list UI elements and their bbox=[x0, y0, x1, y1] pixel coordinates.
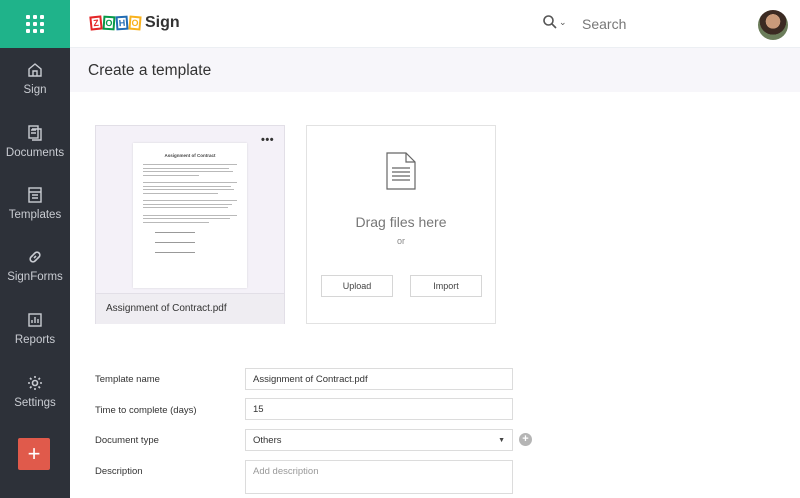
documents-icon bbox=[28, 124, 42, 141]
description-label: Description bbox=[95, 466, 143, 477]
search-icon bbox=[543, 15, 557, 29]
sidebar-item-sign[interactable]: Sign bbox=[0, 48, 70, 108]
sidebar-item-label: Reports bbox=[14, 333, 56, 346]
templates-icon bbox=[28, 186, 42, 203]
page-title: Create a template bbox=[88, 62, 212, 79]
sidebar-item-signforms[interactable]: SignForms bbox=[0, 235, 70, 295]
sidebar-item-label: Settings bbox=[14, 396, 56, 409]
sidebar-item-label: Templates bbox=[8, 208, 62, 221]
add-document-type-button[interactable]: + bbox=[519, 433, 532, 446]
or-text: or bbox=[396, 236, 405, 246]
more-options-button[interactable]: ••• bbox=[261, 135, 274, 146]
zoho-sign-logo[interactable]: Z O H O Sign bbox=[89, 14, 180, 32]
document-type-label: Document type bbox=[95, 435, 159, 446]
file-icon bbox=[386, 152, 416, 190]
chevron-down-icon: ⌄ bbox=[559, 16, 567, 27]
import-button[interactable]: Import bbox=[410, 275, 482, 297]
upload-button[interactable]: Upload bbox=[321, 275, 393, 297]
logo-text: Sign bbox=[145, 14, 180, 31]
link-icon bbox=[29, 250, 41, 263]
template-name-input[interactable] bbox=[245, 368, 513, 390]
plus-icon: + bbox=[27, 441, 41, 466]
caret-down-icon: ▼ bbox=[498, 436, 505, 444]
document-type-select[interactable]: Others ▼ bbox=[245, 429, 513, 451]
sidebar: Sign Documents Templates SignForms Repor… bbox=[0, 0, 70, 498]
search-scope-button[interactable]: ⌄ bbox=[542, 14, 567, 30]
sidebar-item-label: SignForms bbox=[7, 270, 63, 283]
document-type-value: Others bbox=[253, 434, 282, 446]
file-drop-zone[interactable]: Drag files here or Upload Import bbox=[306, 125, 496, 324]
document-preview: Assignment of Contract bbox=[133, 143, 247, 288]
time-to-complete-input[interactable] bbox=[245, 398, 513, 420]
apps-grid-button[interactable] bbox=[0, 0, 70, 48]
gear-icon bbox=[28, 375, 42, 390]
document-preview-heading: Assignment of Contract bbox=[164, 153, 216, 158]
sidebar-item-reports[interactable]: Reports bbox=[0, 298, 70, 358]
top-header: Z O H O Sign ⌄ bbox=[70, 0, 800, 48]
document-card[interactable]: Assignment of Contract ••• Assignment of… bbox=[95, 125, 285, 324]
sidebar-item-settings[interactable]: Settings bbox=[0, 361, 70, 421]
sidebar-item-label: Sign bbox=[23, 83, 47, 96]
description-textarea[interactable] bbox=[245, 460, 513, 494]
sidebar-item-label: Documents bbox=[5, 146, 65, 159]
document-file-name: Assignment of Contract.pdf bbox=[106, 303, 227, 314]
sidebar-item-documents[interactable]: Documents bbox=[0, 111, 70, 171]
home-icon bbox=[28, 62, 42, 77]
add-button[interactable]: + bbox=[18, 438, 50, 470]
apps-grid-icon bbox=[26, 15, 44, 33]
document-card-footer: Assignment of Contract.pdf bbox=[96, 293, 284, 324]
page-title-bar: Create a template bbox=[70, 48, 800, 92]
plus-icon: + bbox=[522, 433, 529, 445]
time-to-complete-label: Time to complete (days) bbox=[95, 405, 197, 416]
sidebar-item-templates[interactable]: Templates bbox=[0, 173, 70, 233]
drag-files-text: Drag files here bbox=[355, 214, 447, 230]
user-avatar[interactable] bbox=[758, 10, 788, 40]
zoho-logo-icon: Z O H O bbox=[89, 15, 142, 31]
reports-icon bbox=[28, 312, 42, 327]
template-name-label: Template name bbox=[95, 374, 160, 385]
search-input[interactable] bbox=[582, 12, 732, 36]
